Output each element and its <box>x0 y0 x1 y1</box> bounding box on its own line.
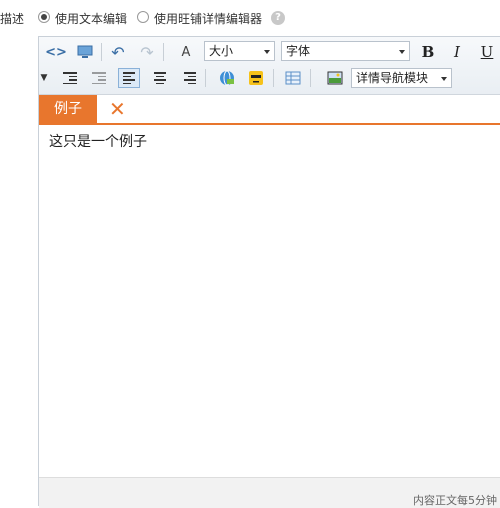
status-text: 内容正文每5分钟 <box>413 494 497 507</box>
font-size-select[interactable]: 大小 <box>204 41 275 61</box>
undo-icon[interactable]: ↶ <box>107 42 129 62</box>
editor-toolbar: <> ↶ ↷ A 大小 字体 B I U ▼ 详情导航模块 <box>39 37 500 95</box>
font-family-select[interactable]: 字体 <box>281 41 410 61</box>
table-icon[interactable] <box>282 68 304 88</box>
wangpu-editor-radio-label[interactable]: 使用旺铺详情编辑器 <box>154 10 262 27</box>
italic-button[interactable]: I <box>446 42 468 62</box>
font-family-value: 字体 <box>286 44 311 58</box>
text-editor-radio-label[interactable]: 使用文本编辑 <box>55 10 127 27</box>
editor-content[interactable]: 这只是一个例子 <box>49 131 147 151</box>
tab-bar: 例子 ✕ <box>39 95 500 125</box>
align-right-icon[interactable] <box>179 68 201 88</box>
detail-nav-select[interactable]: 详情导航模块 <box>351 68 452 88</box>
dropdown-arrow-icon[interactable]: ▼ <box>37 68 51 88</box>
wangpu-editor-radio[interactable] <box>137 11 149 23</box>
indent-icon[interactable] <box>59 68 81 88</box>
preview-icon[interactable] <box>74 42 96 62</box>
close-icon[interactable]: ✕ <box>109 97 126 121</box>
outdent-icon[interactable] <box>88 68 110 88</box>
status-bar: 内容正文每5分钟 <box>39 477 500 508</box>
emoticon-icon[interactable] <box>245 68 267 88</box>
insert-link-icon[interactable] <box>216 68 238 88</box>
redo-icon[interactable]: ↷ <box>136 42 158 62</box>
description-label: 编辑描述 <box>0 12 25 26</box>
align-left-icon[interactable] <box>118 68 140 88</box>
help-icon[interactable]: ? <box>271 11 285 25</box>
description-header: 编辑描述 使用文本编辑 使用旺铺详情编辑器 ? <box>0 0 500 34</box>
source-code-icon[interactable]: <> <box>45 42 67 62</box>
detail-nav-value: 详情导航模块 <box>356 71 429 85</box>
underline-button[interactable]: U <box>476 42 498 62</box>
format-painter-icon[interactable]: A <box>175 42 197 62</box>
font-size-value: 大小 <box>209 44 234 58</box>
insert-image-icon[interactable] <box>324 68 346 88</box>
tab-example[interactable]: 例子 <box>39 95 97 123</box>
text-editor-radio[interactable] <box>38 11 50 23</box>
rich-text-editor: <> ↶ ↷ A 大小 字体 B I U ▼ 详情导航模块 例子 ✕ 这只是一个… <box>38 36 500 508</box>
bold-button[interactable]: B <box>417 42 439 62</box>
align-center-icon[interactable] <box>149 68 171 88</box>
